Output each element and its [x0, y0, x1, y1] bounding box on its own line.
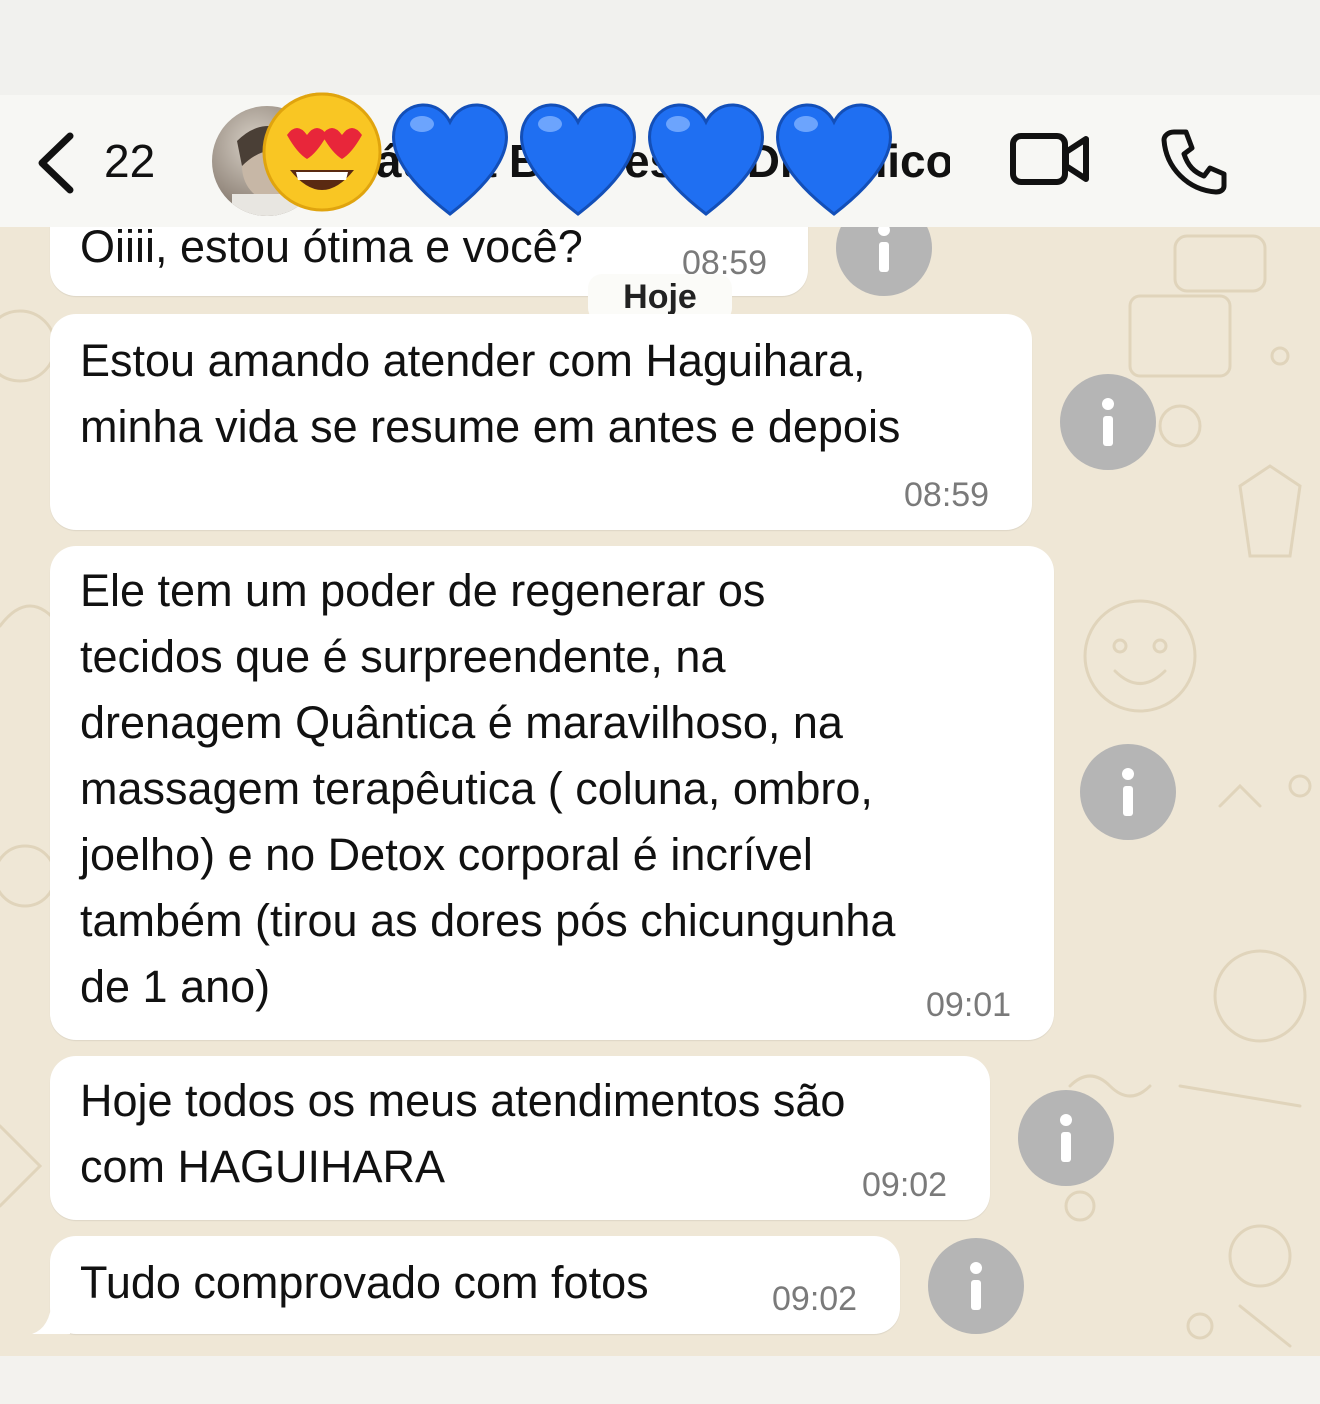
- info-icon: [970, 1262, 982, 1310]
- voice-call-button[interactable]: [1160, 126, 1230, 201]
- top-status-area: [0, 0, 1320, 100]
- message-text-line: drenagem Quântica é maravilhoso, na: [80, 697, 843, 748]
- message-time: 09:02: [772, 1280, 858, 1318]
- message-text-line: Estou amando atender com Haguihara,: [80, 335, 866, 386]
- video-call-button[interactable]: [1008, 128, 1092, 195]
- back-button[interactable]: [30, 128, 80, 203]
- blue-heart-icon-1: [392, 103, 508, 216]
- message-text-line: joelho) e no Detox corporal é incrível: [80, 829, 813, 880]
- message-bubble[interactable]: Ele tem um poder de regenerar os tecidos…: [50, 546, 1054, 1040]
- contact-emoji-row: [262, 90, 902, 230]
- message-time: 08:59: [904, 476, 990, 514]
- message-text-line: Hoje todos os meus atendimentos são: [80, 1075, 846, 1126]
- blue-heart-icon-3: [648, 103, 764, 216]
- info-icon: [1122, 768, 1134, 816]
- bottom-area: [0, 1356, 1320, 1404]
- message-bubble[interactable]: Hoje todos os meus atendimentos são com …: [50, 1056, 990, 1220]
- message-text-line: Ele tem um poder de regenerar os: [80, 565, 766, 616]
- message-time: 09:02: [862, 1166, 948, 1204]
- bubble-tail: [32, 1300, 70, 1334]
- blue-heart-icon-4: [776, 103, 892, 216]
- blue-heart-icon-2: [520, 103, 636, 216]
- info-button[interactable]: [1080, 744, 1176, 840]
- message-text-line: de 1 ano): [80, 961, 271, 1012]
- video-camera-icon: [1010, 133, 1089, 185]
- unread-count[interactable]: 22: [104, 134, 155, 188]
- info-icon: [1102, 398, 1114, 446]
- message-bubble[interactable]: Tudo comprovado com fotos 09:02: [50, 1236, 900, 1334]
- message-text-line: massagem terapêutica ( coluna, ombro,: [80, 763, 873, 814]
- message-text-line: também (tirou as dores pós chicungunha: [80, 895, 896, 946]
- message-time: 09:01: [926, 986, 1012, 1024]
- message-text-line: minha vida se resume em antes e depois: [80, 401, 901, 452]
- chevron-left-icon: [38, 132, 74, 194]
- phone-icon: [1161, 129, 1227, 195]
- message-text-line: com HAGUIHARA: [80, 1141, 446, 1192]
- info-button[interactable]: [928, 1238, 1024, 1334]
- info-button[interactable]: [1018, 1090, 1114, 1186]
- message-text-line: tecidos que é surpreendente, na: [80, 631, 726, 682]
- info-button[interactable]: [1060, 374, 1156, 470]
- info-icon: [1060, 1114, 1072, 1162]
- message-bubble[interactable]: Estou amando atender com Haguihara, minh…: [50, 314, 1032, 530]
- message-text: Tudo comprovado com fotos: [80, 1257, 649, 1308]
- heart-eyes-emoji-icon: [262, 92, 382, 212]
